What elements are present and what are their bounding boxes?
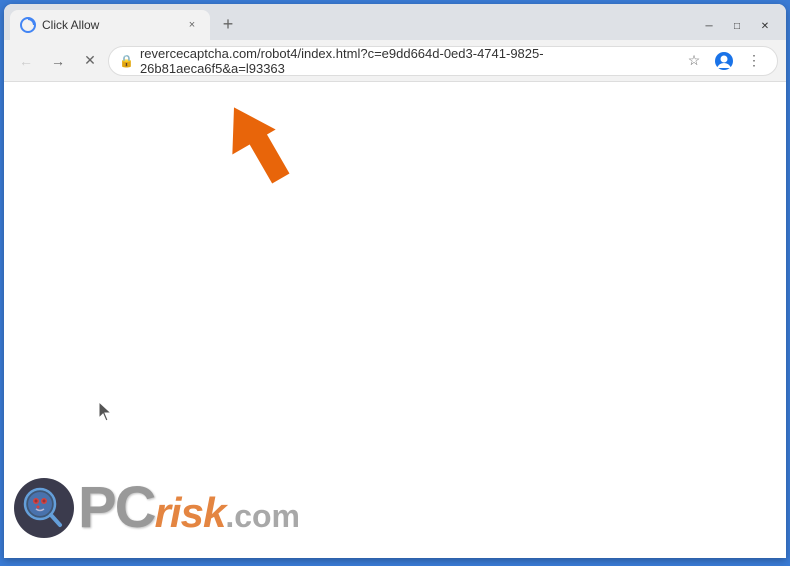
- menu-button[interactable]: ⋮: [741, 48, 767, 74]
- browser-window: Click Allow × + ─ □ ✕ ← →: [4, 4, 786, 558]
- navigation-bar: ← → ✕ 🔒 revercecaptcha.com/robot4/index.…: [4, 40, 786, 82]
- page-content: PC risk .com: [4, 82, 786, 558]
- tab-title: Click Allow: [42, 18, 178, 32]
- minimize-button[interactable]: ─: [696, 16, 722, 36]
- new-tab-button[interactable]: +: [214, 10, 242, 38]
- window-controls: ─ □ ✕: [696, 16, 786, 40]
- address-bar[interactable]: 🔒 revercecaptcha.com/robot4/index.html?c…: [108, 46, 778, 76]
- lock-icon: 🔒: [119, 54, 134, 68]
- back-button[interactable]: ←: [12, 47, 40, 75]
- logo-tld: .com: [225, 500, 300, 532]
- tab-strip: Click Allow × +: [4, 4, 696, 40]
- maximize-button[interactable]: □: [724, 16, 750, 36]
- tab-favicon: [20, 17, 36, 33]
- tab-close-button[interactable]: ×: [184, 17, 200, 33]
- mouse-cursor: [99, 402, 111, 420]
- logo-risk: risk: [155, 492, 226, 534]
- logo-pc: PC: [78, 479, 155, 537]
- reload-button[interactable]: ✕: [76, 47, 104, 75]
- logo-text-group: PC risk .com: [78, 479, 300, 537]
- account-button[interactable]: [711, 48, 737, 74]
- arrow-indicator: [214, 97, 294, 192]
- title-bar: Click Allow × + ─ □ ✕: [4, 4, 786, 40]
- close-button[interactable]: ✕: [752, 16, 778, 36]
- logo-icon: [14, 478, 74, 538]
- account-icon: [714, 51, 734, 71]
- address-actions: ☆ ⋮: [681, 48, 767, 74]
- forward-button[interactable]: →: [44, 47, 72, 75]
- watermark: PC risk .com: [14, 478, 300, 538]
- url-display: revercecaptcha.com/robot4/index.html?c=e…: [140, 46, 675, 76]
- bookmark-button[interactable]: ☆: [681, 48, 707, 74]
- active-tab[interactable]: Click Allow ×: [10, 10, 210, 40]
- favicon-icon: [20, 17, 36, 33]
